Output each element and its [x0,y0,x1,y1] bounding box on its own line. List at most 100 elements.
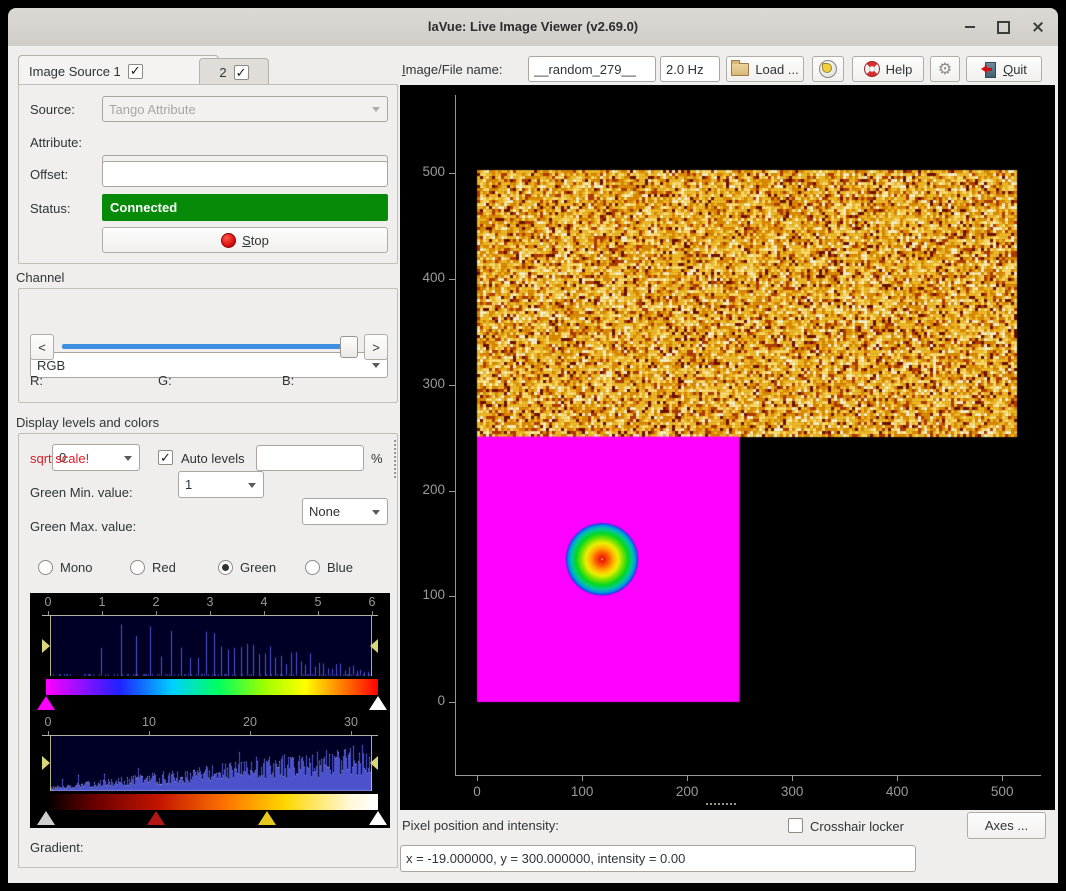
live-image-canvas[interactable] [455,95,1040,775]
hist-tick-label: 2 [138,595,174,609]
gradient-stop-yellow[interactable] [258,811,276,825]
status-badge: Connected [102,194,388,221]
gradient-stop-red[interactable] [147,811,165,825]
x-tick-label: 300 [770,784,814,799]
timer-button[interactable] [812,56,844,82]
radio-icon[interactable] [305,560,320,575]
gradient-stop-white[interactable] [369,696,387,710]
r-channel-label: R: [30,373,43,388]
y-tick-mark [449,702,455,703]
hist-tick-label: 6 [354,595,390,609]
region-min-line[interactable] [50,616,51,676]
tab-2-checkbox[interactable] [234,65,249,80]
y-tick-mark [449,596,455,597]
tab-image-source-2[interactable]: 2 [199,58,269,86]
x-tick-mark [1002,775,1003,781]
percent-label: % [371,451,383,466]
region-min-handle[interactable] [42,756,50,770]
hist-tick-label: 10 [131,715,167,729]
refresh-rate-input[interactable] [660,56,720,82]
gradient-stop-black[interactable] [37,811,55,825]
crosshair-locker-checkbox[interactable] [788,818,803,833]
channel-radio-row: Mono Red Green Blue [18,558,396,580]
close-button[interactable] [1026,15,1050,39]
status-label: Status: [30,201,70,216]
load-button-label: Load ... [755,62,798,77]
tab-image-source-1[interactable]: Image Source 1 [18,55,219,86]
titlebar[interactable]: laVue: Live Image Viewer (v2.69.0) [8,8,1058,47]
spectrum-gradient-bar[interactable] [46,679,378,695]
auto-levels-label: Auto levels [181,451,245,466]
stop-button[interactable]: Stop [102,227,388,253]
maximize-button[interactable] [991,15,1015,39]
quit-button[interactable]: Quit [966,56,1042,82]
horizontal-splitter-handle[interactable] [706,803,736,805]
lifebuoy-icon [864,61,880,77]
hist-tick-label: 30 [333,715,369,729]
source-label: Source: [30,102,75,117]
source-combobox[interactable]: Tango Attribute [102,96,388,122]
chevron-down-icon [372,363,380,368]
channel-prev-button[interactable]: < [30,334,54,360]
chevron-down-icon [372,107,380,112]
hist-tick-label: 3 [192,595,228,609]
status-value: Connected [110,200,177,215]
close-icon [1032,21,1044,33]
full-histogram-axis: 0102030 [30,713,390,737]
channel-slider-track[interactable] [62,344,354,349]
thermal-gradient-bar[interactable] [46,794,378,810]
axes-button[interactable]: Axes ... [967,812,1046,839]
clock-icon [819,60,837,78]
x-tick-label: 0 [455,784,499,799]
hist-tick-label: 0 [30,715,66,729]
radio-green[interactable]: Green [218,560,276,575]
radio-icon[interactable] [38,560,53,575]
folder-icon [731,63,749,76]
x-tick-mark [792,775,793,781]
radio-mono[interactable]: Mono [38,560,93,575]
channel-slider-handle[interactable] [340,336,358,358]
help-button[interactable]: Help [852,56,924,82]
x-tick-mark [582,775,583,781]
region-min-line[interactable] [50,736,51,791]
gradient-stop-magenta[interactable] [37,696,55,710]
y-tick-label: 100 [404,587,445,602]
image-plot[interactable]: 01002003004005000100200300400500 [400,85,1055,810]
radio-icon[interactable] [130,560,145,575]
full-histogram-canvas [50,736,372,791]
levels-histogram-canvas [50,616,372,676]
tab-1-label: Image Source 1 [29,64,121,79]
y-tick-label: 0 [404,693,445,708]
offset-input[interactable] [102,161,388,187]
pixel-position-readout[interactable] [400,845,916,872]
pixel-position-label: Pixel position and intensity: [402,818,559,833]
radio-red[interactable]: Red [130,560,176,575]
settings-button[interactable]: ⚙ [930,56,960,82]
file-name-input[interactable] [528,56,656,82]
g-channel-label: G: [158,373,172,388]
green-min-label: Green Min. value: [30,485,133,500]
load-button[interactable]: Load ... [726,56,804,82]
source-value: Tango Attribute [109,102,196,117]
radio-blue[interactable]: Blue [305,560,353,575]
levels-histogram-widget: 0123456 [30,593,390,713]
minimize-button[interactable] [958,15,982,39]
x-tick-label: 500 [980,784,1024,799]
auto-levels-percent-input[interactable] [256,445,364,471]
levels-histogram-axis: 0123456 [30,593,390,617]
tab-1-checkbox[interactable] [128,64,143,79]
gradient-stop-white[interactable] [369,811,387,825]
y-tick-mark [449,279,455,280]
y-tick-mark [449,173,455,174]
radio-icon[interactable] [218,560,233,575]
vertical-splitter-handle[interactable] [394,440,396,478]
scale-warning: sqrt scale! [30,451,89,466]
auto-levels-checkbox[interactable] [158,450,173,465]
channel-group-title: Channel [16,270,64,285]
b-channel-label: B: [282,373,294,388]
channel-mode-combobox[interactable]: RGB [30,352,388,378]
region-min-handle[interactable] [42,639,50,653]
axes-button-label: Axes ... [985,818,1028,833]
channel-next-button[interactable]: > [364,334,388,360]
minimize-icon [965,26,975,28]
